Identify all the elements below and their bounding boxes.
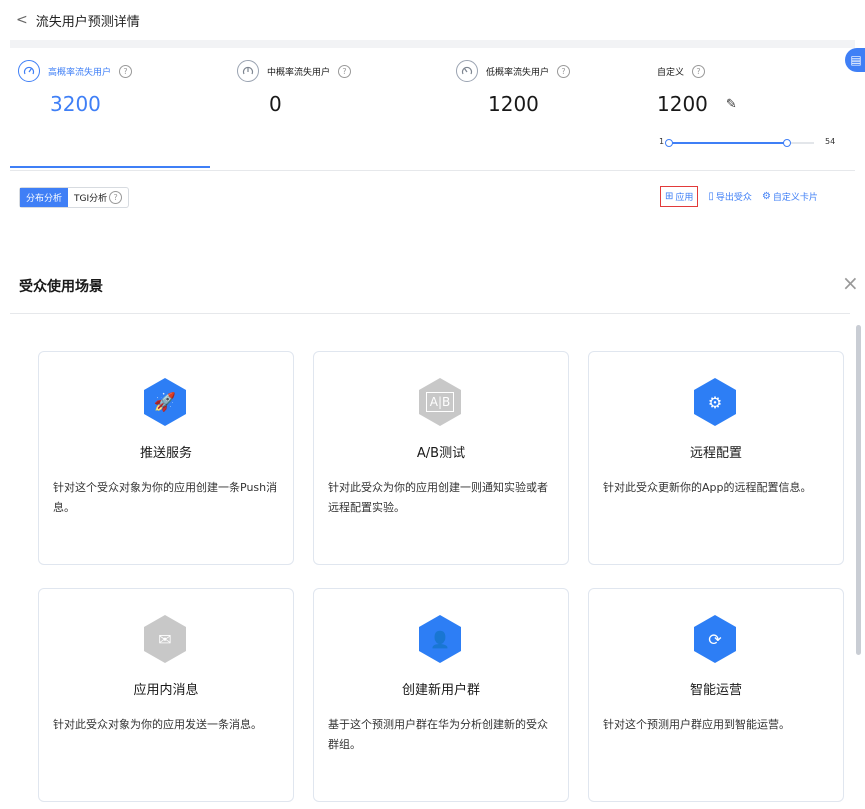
action-bar: ⊞ 应用 ▯ 导出受众 ⚙ 自定义卡片 [660, 184, 828, 208]
slider-track[interactable] [665, 139, 814, 147]
settings-icon: ⚙ [761, 190, 771, 202]
stat-custom[interactable]: 自定义 ? 1200 ✎ [657, 60, 737, 116]
stat-label: 高概率流失用户 [48, 67, 112, 78]
active-tab-indicator [10, 166, 210, 168]
card-title: 应用内消息 [133, 683, 199, 698]
smart-operation-icon: ⟳ [689, 613, 741, 665]
rocket-icon: 🚀 [139, 376, 191, 428]
back-icon[interactable]: < [16, 12, 28, 28]
close-icon[interactable]: × [842, 271, 859, 295]
page-title: 流失用户预测详情 [35, 14, 140, 30]
card-description: 针对此受众为你的应用创建一则通知实验或者远程配置实验。 [328, 481, 548, 514]
gauge-medium-icon [237, 60, 259, 82]
card-title: 创建新用户群 [401, 683, 480, 698]
card-description: 针对这个预测用户群应用到智能运营。 [603, 718, 790, 731]
stat-value: 0 [269, 92, 282, 116]
export-audience-button[interactable]: ▯ 导出受众 [708, 190, 752, 203]
card-in-app-message[interactable]: ✉ 应用内消息 针对此受众对象为你的应用发送一条消息。 [38, 588, 294, 802]
stat-medium-probability[interactable]: 中概率流失用户 ? 0 [237, 60, 352, 116]
card-description: 针对此受众对象为你的应用发送一条消息。 [53, 718, 262, 731]
card-description: 针对这个受众对象为你的应用创建一条Push消息。 [53, 481, 278, 514]
slider-min-label: 1 [659, 137, 665, 146]
section-divider [10, 313, 850, 314]
card-title: 推送服务 [139, 446, 192, 461]
help-icon[interactable]: ? [338, 64, 352, 78]
slider-handle-high[interactable] [782, 139, 791, 147]
slider-fill [669, 142, 787, 144]
grid-icon: ⊞ [665, 190, 674, 202]
stat-label: 自定义 [657, 67, 685, 78]
card-create-user-group[interactable]: 👤 创建新用户群 基于这个预测用户群在华为分析创建新的受众群组。 [313, 588, 569, 802]
page-header: < 流失用户预测详情 [0, 0, 865, 40]
card-smart-operation[interactable]: ⟳ 智能运营 针对这个预测用户群应用到智能运营。 [588, 588, 844, 802]
stat-low-probability[interactable]: 低概率流失用户 ? 1200 [456, 60, 571, 116]
stat-value: 1200 [657, 92, 708, 116]
slider-handle-low[interactable] [665, 139, 673, 147]
range-slider[interactable]: 1 54 [657, 137, 847, 149]
stats-divider [10, 170, 855, 171]
analysis-tabs: 分布分析 TGI分析 ? [19, 187, 130, 208]
apply-button[interactable]: ⊞ 应用 [660, 185, 699, 207]
apply-label: 应用 [675, 192, 694, 203]
gauge-high-icon [18, 60, 40, 82]
card-remote-config[interactable]: ⚙ 远程配置 针对此受众更新你的App的远程配置信息。 [588, 351, 844, 565]
card-title: 智能运营 [689, 683, 742, 698]
custom-card-label: 自定义卡片 [772, 192, 818, 203]
card-title: 远程配置 [689, 446, 742, 461]
remote-config-icon: ⚙ [689, 376, 741, 428]
stat-value: 3200 [50, 92, 101, 116]
help-icon[interactable]: ? [119, 64, 133, 78]
card-description: 针对此受众更新你的App的远程配置信息。 [603, 481, 812, 494]
card-title: A/B测试 [416, 446, 466, 461]
stat-label: 中概率流失用户 [267, 67, 331, 78]
card-push-service[interactable]: 🚀 推送服务 针对这个受众对象为你的应用创建一条Push消息。 [38, 351, 294, 565]
help-icon[interactable]: ? [692, 64, 706, 78]
card-ab-test[interactable]: A|B A/B测试 针对此受众为你的应用创建一则通知实验或者远程配置实验。 [313, 351, 569, 565]
stats-row: 高概率流失用户 ? 3200 中概率流失用户 ? 0 低概率流失用户 ? 120… [10, 60, 855, 170]
ab-test-icon: A|B [414, 376, 466, 428]
help-icon[interactable]: ? [109, 191, 123, 204]
help-icon[interactable]: ? [557, 64, 571, 78]
in-app-message-icon: ✉ [139, 613, 191, 665]
slider-max-label: 54 [825, 137, 836, 146]
header-divider-strip [10, 40, 855, 48]
export-icon: ▯ [708, 190, 714, 202]
edit-icon[interactable]: ✎ [726, 97, 737, 112]
card-description: 基于这个预测用户群在华为分析创建新的受众群组。 [328, 718, 548, 751]
add-user-group-icon: 👤 [414, 613, 466, 665]
section-title: 受众使用场景 [19, 279, 103, 295]
custom-card-button[interactable]: ⚙ 自定义卡片 [762, 190, 818, 203]
stat-value-row: 1200 ✎ [657, 92, 737, 116]
scrollbar[interactable] [856, 325, 861, 655]
stat-value: 1200 [488, 92, 539, 116]
stat-label: 低概率流失用户 [486, 67, 550, 78]
tab-label: TGI分析 [74, 194, 108, 204]
tab-tgi[interactable]: TGI分析 ? [68, 188, 128, 207]
stat-high-probability[interactable]: 高概率流失用户 ? 3200 [18, 60, 133, 116]
gauge-low-icon [456, 60, 478, 82]
export-label: 导出受众 [715, 192, 752, 203]
tab-distribution[interactable]: 分布分析 [20, 188, 69, 207]
